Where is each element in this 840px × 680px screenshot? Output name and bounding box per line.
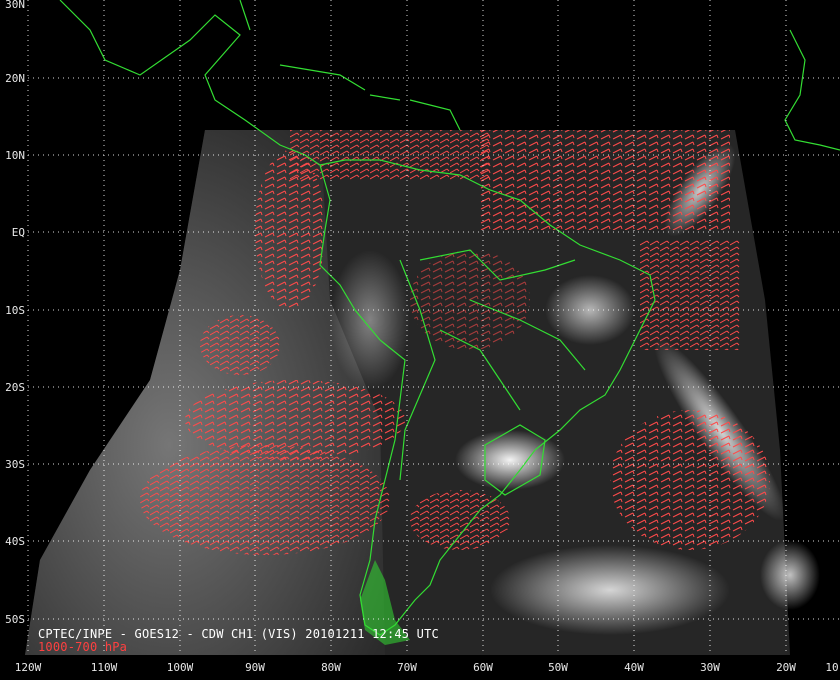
latitude-label: 10S [5,304,25,317]
latitude-label: 50S [5,613,25,626]
longitude-label: 90W [245,661,265,674]
longitude-label: 40W [624,661,644,674]
longitude-label: 50W [548,661,568,674]
longitude-labels: 120W 110W 100W 90W 80W 70W 60W 50W 40W 30W 20W 10 [15,661,839,674]
latitude-label: 20S [5,381,25,394]
longitude-label: 30W [700,661,720,674]
longitude-label: 120W [15,661,42,674]
latitude-label: 30N [5,0,25,11]
coastline-florida-cuba [239,0,401,101]
cloud-vortex [760,540,820,610]
latitude-label: 20N [5,72,25,85]
wind-field-north-atlantic [480,130,730,230]
latitude-labels: 30N 20N 10N EQ 10S 20S 30S 40S 50S [5,0,25,626]
pressure-level-label: 1000-700 hPa [38,640,128,654]
latitude-label: EQ [12,226,25,239]
cloud-mass-andes [330,250,410,390]
wind-field-equatorial-atlantic [640,240,740,350]
longitude-label: 20W [776,661,796,674]
longitude-label: 110W [91,661,118,674]
latitude-label: 10N [5,149,25,162]
coastline-africa [784,29,840,151]
longitude-label: 100W [167,661,194,674]
satellite-map: 30N 20N 10N EQ 10S 20S 30S 40S 50S 120W 110W 100W 9… [0,0,840,680]
latitude-label: 30S [5,458,25,471]
longitude-label: 80W [321,661,341,674]
longitude-label: 10 [825,661,838,674]
longitude-label: 60W [473,661,493,674]
cloud-mass-south-atlantic [490,545,730,635]
image-caption-title: CPTEC/INPE - GOES12 - CDW CH1 (VIS) 2010… [38,627,439,641]
wind-field-pacific-central [185,380,405,460]
map-canvas: 30N 20N 10N EQ 10S 20S 30S 40S 50S 120W 110W 100W 9… [5,0,840,674]
wind-field-pacific-south [140,445,390,555]
coastline-antilles [409,99,461,131]
wind-field-pacific-tropical [200,315,280,375]
latitude-label: 40S [5,535,25,548]
longitude-label: 70W [397,661,417,674]
wind-field-caribbean [290,130,490,180]
